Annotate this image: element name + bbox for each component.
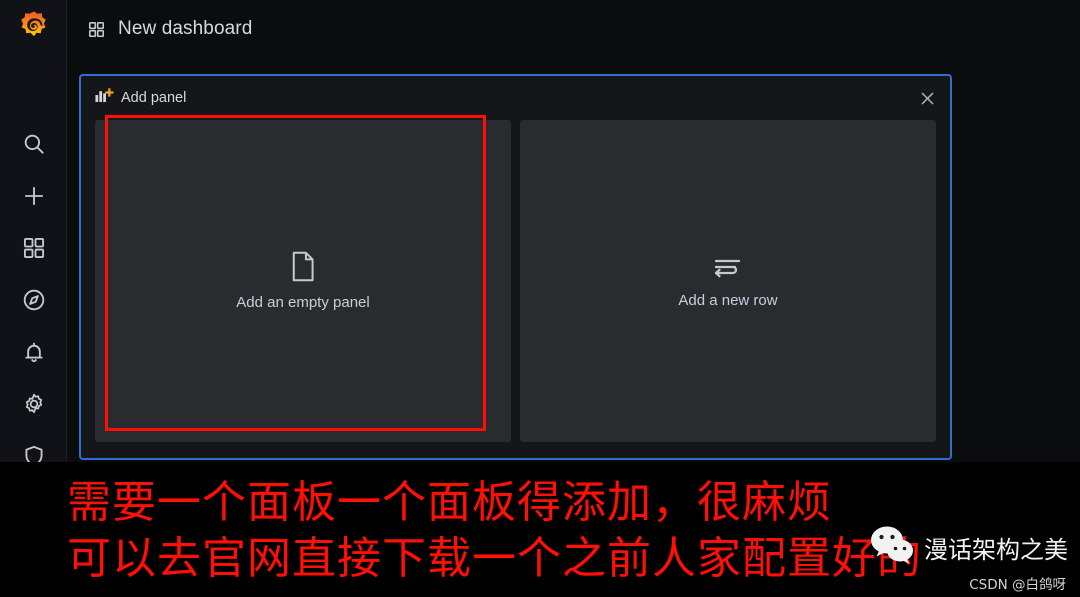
- plus-icon: [21, 183, 47, 209]
- search-icon: [21, 131, 47, 157]
- bell-icon: [21, 339, 47, 365]
- file-document-icon: [290, 251, 317, 282]
- bar-chart-plus-icon: [95, 87, 114, 109]
- annotation-line-1: 需要一个面板一个面板得添加，很麻烦: [67, 477, 832, 528]
- apps-grid-icon: [87, 20, 106, 39]
- breadcrumb: New dashboard: [67, 0, 1080, 58]
- add-panel-card-list: Add an empty panel Add a new row: [81, 120, 950, 458]
- add-panel-widget: Add panel Add an empty panel Add a new r…: [79, 74, 952, 460]
- grafana-app-window: New dashboard Add panel Add an empty pan…: [0, 0, 1080, 597]
- page-title: New dashboard: [118, 18, 253, 39]
- wechat-icon: [869, 525, 917, 570]
- add-new-row-label: Add a new row: [678, 291, 778, 309]
- add-empty-panel-label: Add an empty panel: [236, 294, 370, 311]
- add-panel-title: Add panel: [121, 90, 187, 106]
- sidebar-item-configuration[interactable]: [0, 378, 67, 430]
- wrap-row-icon: [713, 254, 743, 280]
- sidebar-item-alerting[interactable]: [0, 326, 67, 378]
- sidebar-item-dashboards[interactable]: [0, 222, 67, 274]
- dashboards-icon: [21, 235, 47, 261]
- watermark-name: 漫话架构之美: [924, 536, 1068, 564]
- close-icon[interactable]: [916, 87, 938, 109]
- sidebar-item-explore[interactable]: [0, 274, 67, 326]
- add-empty-panel-card[interactable]: Add an empty panel: [95, 120, 511, 442]
- watermark: 漫话架构之美 CSDN @白鸽呀: [869, 525, 1068, 593]
- add-panel-header: Add panel: [81, 76, 950, 120]
- sidebar-item-create[interactable]: [0, 170, 67, 222]
- sidebar-item-search[interactable]: [0, 118, 67, 170]
- annotation-line-2: 可以去官网直接下载一个之前人家配置好的: [67, 533, 922, 584]
- sidebar-nav-list: [0, 118, 67, 482]
- grafana-logo-icon: [16, 10, 52, 51]
- watermark-credit: CSDN @白鸽呀: [969, 577, 1066, 593]
- add-new-row-card[interactable]: Add a new row: [520, 120, 936, 442]
- compass-icon: [21, 287, 47, 313]
- grafana-logo-button[interactable]: [13, 9, 55, 51]
- gear-icon: [21, 391, 47, 417]
